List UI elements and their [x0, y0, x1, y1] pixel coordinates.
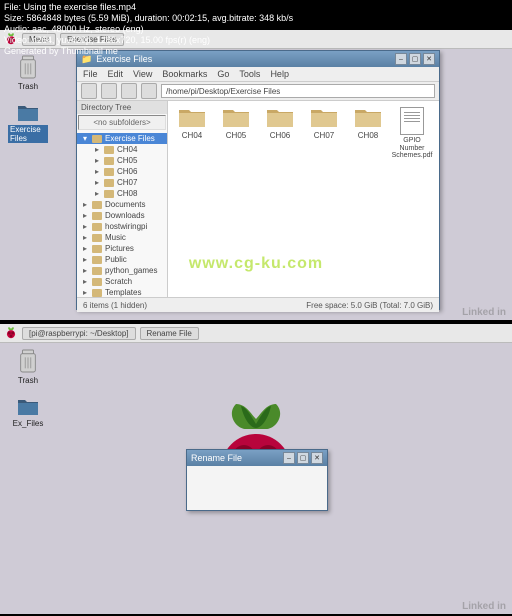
folder-icon: [92, 289, 102, 297]
maximize-button[interactable]: ▢: [409, 53, 421, 65]
menu-go[interactable]: Go: [217, 69, 229, 79]
tree-header: Directory Tree: [77, 101, 167, 114]
tree-item[interactable]: ▸CH06: [77, 166, 167, 177]
tree-item[interactable]: ▸Music: [77, 232, 167, 243]
folder-icon: [92, 256, 102, 264]
folder-label: Exercise Files: [8, 125, 48, 143]
folder-item[interactable]: CH06: [262, 107, 298, 160]
folder-icon: [92, 234, 102, 242]
desktop[interactable]: [pi@raspberrypi: ~/Desktop] Rename File …: [0, 324, 512, 614]
nav-back-icon[interactable]: [81, 83, 97, 99]
folder-icon: [104, 190, 114, 198]
trash-icon[interactable]: Trash: [8, 348, 48, 385]
location-bar: /home/pi/Desktop/Exercise Files: [77, 82, 439, 101]
tree-item[interactable]: ▸Scratch: [77, 276, 167, 287]
screenshot-bottom: [pi@raspberrypi: ~/Desktop] Rename File …: [0, 324, 512, 614]
menu-view[interactable]: View: [133, 69, 152, 79]
menu-help[interactable]: Help: [270, 69, 289, 79]
dialog-body: [187, 466, 327, 510]
folder-item[interactable]: CH08: [350, 107, 386, 160]
home-icon[interactable]: [141, 83, 157, 99]
menu-file[interactable]: File: [83, 69, 98, 79]
folder-item[interactable]: CH07: [306, 107, 342, 160]
folder-icon: [92, 223, 102, 231]
menu-tools[interactable]: Tools: [239, 69, 260, 79]
menu-bookmarks[interactable]: Bookmarks: [162, 69, 207, 79]
folder-icon: [104, 146, 114, 154]
folder-icon: [92, 245, 102, 253]
tree-item[interactable]: ▸Templates: [77, 287, 167, 297]
path-input[interactable]: /home/pi/Desktop/Exercise Files: [161, 84, 435, 98]
minimize-button[interactable]: –: [395, 53, 407, 65]
folder-label: Ex_Files: [13, 419, 44, 428]
trash-icon[interactable]: Trash: [8, 54, 48, 91]
folder-icon: [92, 135, 102, 143]
folder-icon: [92, 267, 102, 275]
trash-label: Trash: [18, 376, 38, 385]
nav-fwd-icon[interactable]: [101, 83, 117, 99]
folder-icon: [104, 179, 114, 187]
tree-no-subfolders[interactable]: <no subfolders>: [78, 115, 166, 130]
folder-icon: [92, 278, 102, 286]
taskbar: [pi@raspberrypi: ~/Desktop] Rename File: [0, 324, 512, 343]
tree-item-root[interactable]: ▾Exercise Files: [77, 133, 167, 144]
menu-edit[interactable]: Edit: [108, 69, 124, 79]
close-button[interactable]: ✕: [423, 53, 435, 65]
window-titlebar[interactable]: Rename File – ▢ ✕: [187, 450, 327, 466]
screenshot-top: Menu Exercise Files Trash Exercise Files…: [0, 30, 512, 320]
directory-tree: Directory Tree <no subfolders> ▾Exercise…: [77, 101, 168, 297]
status-right: Free space: 5.0 GiB (Total: 7.0 GiB): [306, 301, 433, 310]
folder-ex-files[interactable]: Ex_Files: [8, 397, 48, 428]
tree-item[interactable]: ▸CH08: [77, 188, 167, 199]
nav-up-icon[interactable]: [121, 83, 137, 99]
tree-item[interactable]: ▸hostwiringpi: [77, 221, 167, 232]
folder-item[interactable]: CH05: [218, 107, 254, 160]
window-title: Rename File: [191, 453, 242, 463]
tree-item[interactable]: ▸CH07: [77, 177, 167, 188]
tree-item[interactable]: ▸CH04: [77, 144, 167, 155]
folder-icon: [104, 168, 114, 176]
status-bar: 6 items (1 hidden) Free space: 5.0 GiB (…: [77, 297, 439, 312]
watermark: www.cg-ku.com: [189, 255, 323, 273]
folder-item[interactable]: CH04: [174, 107, 210, 160]
tree-item[interactable]: ▸Public: [77, 254, 167, 265]
trash-label: Trash: [18, 82, 38, 91]
linkedin-watermark: Linked in: [462, 307, 506, 318]
folder-icon: [92, 201, 102, 209]
folder-icon: [92, 212, 102, 220]
pdf-icon: [400, 107, 424, 135]
taskbar-item-terminal[interactable]: [pi@raspberrypi: ~/Desktop]: [22, 327, 136, 340]
tree-item[interactable]: ▸Documents: [77, 199, 167, 210]
tree-item[interactable]: ▸CH05: [77, 155, 167, 166]
menu-bar: File Edit View Bookmarks Go Tools Help: [77, 67, 439, 82]
rename-dialog: Rename File – ▢ ✕: [186, 449, 328, 511]
desktop[interactable]: Menu Exercise Files Trash Exercise Files…: [0, 30, 512, 320]
folder-icon: [104, 157, 114, 165]
tree-item[interactable]: ▸python_games: [77, 265, 167, 276]
video-metadata: File: Using the exercise files.mp4 Size:…: [0, 0, 297, 59]
close-button[interactable]: ✕: [311, 452, 323, 464]
taskbar-item-rename[interactable]: Rename File: [140, 327, 199, 340]
minimize-button[interactable]: –: [283, 452, 295, 464]
raspberry-pi-icon[interactable]: [4, 326, 18, 340]
linkedin-watermark: Linked in: [462, 601, 506, 612]
tree-item[interactable]: ▸Pictures: [77, 243, 167, 254]
status-left: 6 items (1 hidden): [83, 301, 147, 310]
folder-exercise-files[interactable]: Exercise Files: [8, 103, 48, 143]
maximize-button[interactable]: ▢: [297, 452, 309, 464]
tree-item[interactable]: ▸Downloads: [77, 210, 167, 221]
pdf-item[interactable]: GPIO Number Schemes.pdf: [394, 107, 430, 160]
